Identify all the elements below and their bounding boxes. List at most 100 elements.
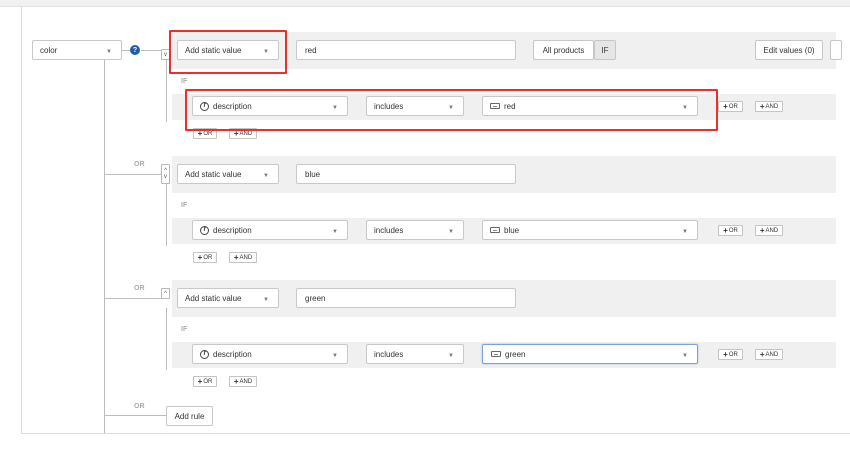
rule-3-condition-or-button[interactable]: + OR xyxy=(718,349,743,360)
rule-3-value-type: Add static value xyxy=(185,293,242,303)
chevron-down-icon: ▼ xyxy=(332,353,338,359)
chevron-up-icon[interactable]: ^ xyxy=(164,291,167,297)
and-label: AND xyxy=(765,351,779,358)
chevron-down-icon: ▼ xyxy=(263,173,269,179)
tree-line-main xyxy=(104,60,105,433)
rule-2-value-type: Add static value xyxy=(185,169,242,179)
rule-3-condition-value: green xyxy=(505,349,526,359)
rule-3-value-type-select[interactable]: Add static value ▼ xyxy=(177,288,279,308)
attribute-select-value: color xyxy=(40,45,58,55)
rule-3-condition-field: description xyxy=(213,349,252,359)
tree-line-rule-2-branch xyxy=(166,184,167,246)
rule-2-condition-value: blue xyxy=(504,225,520,235)
rule-1-value: red xyxy=(305,45,317,55)
rule-2-reorder-arrows[interactable]: ^ v xyxy=(161,164,170,184)
attribute-select[interactable]: color ▼ xyxy=(32,40,122,60)
rule-1-reorder-arrows[interactable]: v xyxy=(161,49,170,60)
plus-icon: + xyxy=(233,128,239,138)
rule-1-condition-and-button[interactable]: + AND xyxy=(755,101,783,112)
add-rule-label: Add rule xyxy=(174,411,205,421)
rule-1-condition-value-select[interactable]: red ▼ xyxy=(482,96,698,116)
plus-icon: + xyxy=(723,349,728,359)
rule-1-value-input[interactable]: red xyxy=(296,40,516,60)
rule-1-condition-value: red xyxy=(504,101,516,111)
panel-bottom-border xyxy=(21,433,850,434)
rule-2-value-type-select[interactable]: Add static value ▼ xyxy=(177,164,279,184)
or-label: OR xyxy=(203,254,213,261)
plus-icon: + xyxy=(197,252,203,262)
or-label: OR xyxy=(728,103,738,110)
product-field-icon: f xyxy=(200,349,209,359)
chevron-down-icon: ▼ xyxy=(263,49,269,55)
rule-1-condition-field: description xyxy=(213,101,252,111)
chevron-down-icon: ▼ xyxy=(106,49,112,55)
chevron-down-icon: ▼ xyxy=(448,229,454,235)
rule-3-reorder-arrows[interactable]: ^ xyxy=(161,288,170,299)
rule-3-if-label: IF xyxy=(181,326,188,333)
rule-2-condition-operator-select[interactable]: includes ▼ xyxy=(366,220,464,240)
and-label: AND xyxy=(765,227,779,234)
rule-2-condition-or-button[interactable]: + OR xyxy=(718,225,743,236)
plus-icon: + xyxy=(723,101,728,111)
rule-1-value-type: Add static value xyxy=(185,45,242,55)
add-rule-button[interactable]: Add rule xyxy=(166,406,213,426)
plus-icon: + xyxy=(197,128,203,138)
rule-1-condition-or-button[interactable]: + OR xyxy=(718,101,743,112)
rule-3-value-input[interactable]: green xyxy=(296,288,516,308)
product-field-icon: f xyxy=(200,225,209,235)
if-toggle-button[interactable]: IF xyxy=(594,40,616,60)
rule-2-or-button[interactable]: + OR xyxy=(193,252,217,263)
rule-1-value-type-select[interactable]: Add static value ▼ xyxy=(177,40,279,60)
rule-2-condition-value-select[interactable]: blue ▼ xyxy=(482,220,698,240)
rule-3-value: green xyxy=(305,293,326,303)
rule-3-condition-operator-select[interactable]: includes ▼ xyxy=(366,344,464,364)
rule-2-condition-field: description xyxy=(213,225,252,235)
chevron-down-icon[interactable]: v xyxy=(164,52,167,58)
plus-icon: + xyxy=(759,225,765,235)
rule-1-or-button[interactable]: + OR xyxy=(193,128,217,139)
rule-3-or-button[interactable]: + OR xyxy=(193,376,217,387)
rule-3-and-button[interactable]: + AND xyxy=(229,376,257,387)
add-rule-or-label: OR xyxy=(134,403,145,410)
chevron-down-icon[interactable]: v xyxy=(164,174,167,180)
rule-2-condition-and-button[interactable]: + AND xyxy=(755,225,783,236)
edit-values-button[interactable]: Edit values (0) xyxy=(755,40,823,60)
chevron-down-icon: ▼ xyxy=(332,105,338,111)
all-products-button[interactable]: All products xyxy=(533,40,594,60)
panel-left-border xyxy=(21,7,22,434)
help-icon[interactable]: ? xyxy=(130,45,140,55)
rule-1-extra-button[interactable] xyxy=(830,40,842,60)
rule-3-or-label: OR xyxy=(134,285,145,292)
rule-1-if-label: IF xyxy=(181,78,188,85)
rule-2-value: blue xyxy=(305,169,321,179)
tree-line-add-rule xyxy=(105,415,166,416)
rule-2-value-input[interactable]: blue xyxy=(296,164,516,184)
edit-values-label: Edit values (0) xyxy=(763,45,815,55)
rule-1-condition-field-select[interactable]: f description ▼ xyxy=(192,96,348,116)
rule-3-condition-value-select[interactable]: green ▼ xyxy=(482,344,698,364)
tree-line-rule-3 xyxy=(105,298,162,299)
rule-2-condition-field-select[interactable]: f description ▼ xyxy=(192,220,348,240)
rule-2-if-label: IF xyxy=(181,202,188,209)
chevron-down-icon: ▼ xyxy=(448,105,454,111)
tree-line-rule-1-branch xyxy=(166,60,167,122)
rule-1-condition-operator-select[interactable]: includes ▼ xyxy=(366,96,464,116)
rule-3-condition-field-select[interactable]: f description ▼ xyxy=(192,344,348,364)
rule-1-and-button[interactable]: + AND xyxy=(229,128,257,139)
top-bar xyxy=(0,0,850,7)
tree-line-help xyxy=(122,50,130,51)
rule-2-condition-operator: includes xyxy=(374,225,404,235)
and-label: AND xyxy=(239,378,253,385)
tree-line-rule-3-branch xyxy=(166,308,167,370)
and-label: AND xyxy=(239,130,253,137)
chevron-down-icon: ▼ xyxy=(682,229,688,235)
and-label: AND xyxy=(765,103,779,110)
all-products-label: All products xyxy=(542,45,585,55)
or-label: OR xyxy=(203,378,213,385)
or-label: OR xyxy=(728,227,738,234)
product-field-icon: f xyxy=(200,101,209,111)
keyboard-icon xyxy=(490,227,500,233)
chevron-down-icon: ▼ xyxy=(448,353,454,359)
rule-2-and-button[interactable]: + AND xyxy=(229,252,257,263)
rule-3-condition-and-button[interactable]: + AND xyxy=(755,349,783,360)
